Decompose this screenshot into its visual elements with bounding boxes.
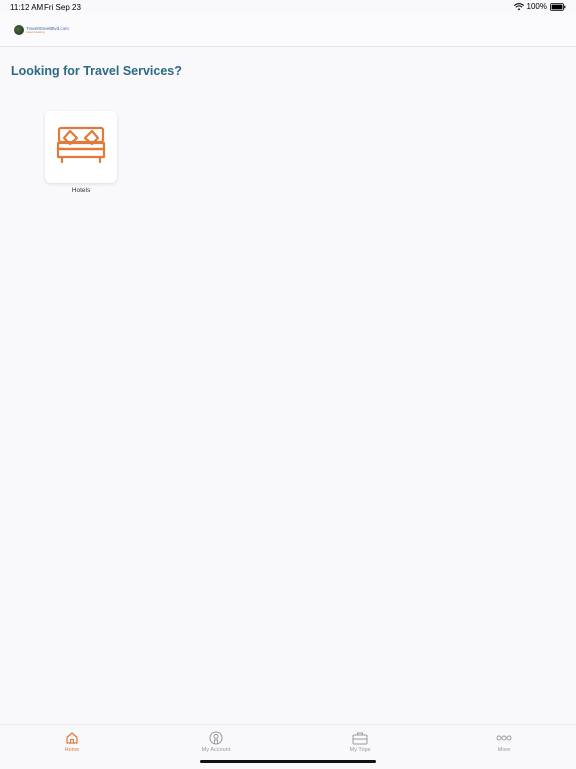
status-time: 11:12 AM <box>10 3 44 12</box>
tab-more-label: More <box>497 747 511 753</box>
app-header: TravelStreetBlvd.com travel booking <box>0 14 576 47</box>
home-icon <box>32 731 112 745</box>
tab-more[interactable]: More <box>464 731 544 753</box>
hotels-label: Hotels <box>71 187 91 194</box>
hotels-service-card[interactable] <box>45 111 117 183</box>
tab-home-label: Home <box>64 747 80 753</box>
status-date: Fri Sep 23 <box>44 3 81 12</box>
tab-my-account-label: My Account <box>201 747 231 753</box>
status-bar: 11:12 AM Fri Sep 23 100% <box>0 0 576 14</box>
logo-subtext: travel booking <box>26 30 45 34</box>
tab-home[interactable]: Home <box>32 731 112 753</box>
tab-my-trips[interactable]: My Trips <box>320 731 400 753</box>
logo-globe-icon <box>14 25 24 35</box>
battery-percent: 100% <box>526 2 547 11</box>
logo-text: TravelStreetBlvd.com travel booking <box>26 26 69 34</box>
wifi-icon <box>513 2 524 11</box>
briefcase-icon <box>320 731 400 745</box>
status-indicators: 100% <box>513 2 566 11</box>
app-logo[interactable]: TravelStreetBlvd.com travel booking <box>14 23 74 37</box>
more-icon <box>464 731 544 745</box>
page-title: Looking for Travel Services? <box>11 64 182 78</box>
account-icon <box>176 731 256 745</box>
bed-icon <box>56 125 106 170</box>
home-indicator[interactable] <box>200 760 376 763</box>
tab-my-trips-label: My Trips <box>349 747 371 753</box>
battery-icon <box>550 2 566 11</box>
tab-my-account[interactable]: My Account <box>176 731 256 753</box>
